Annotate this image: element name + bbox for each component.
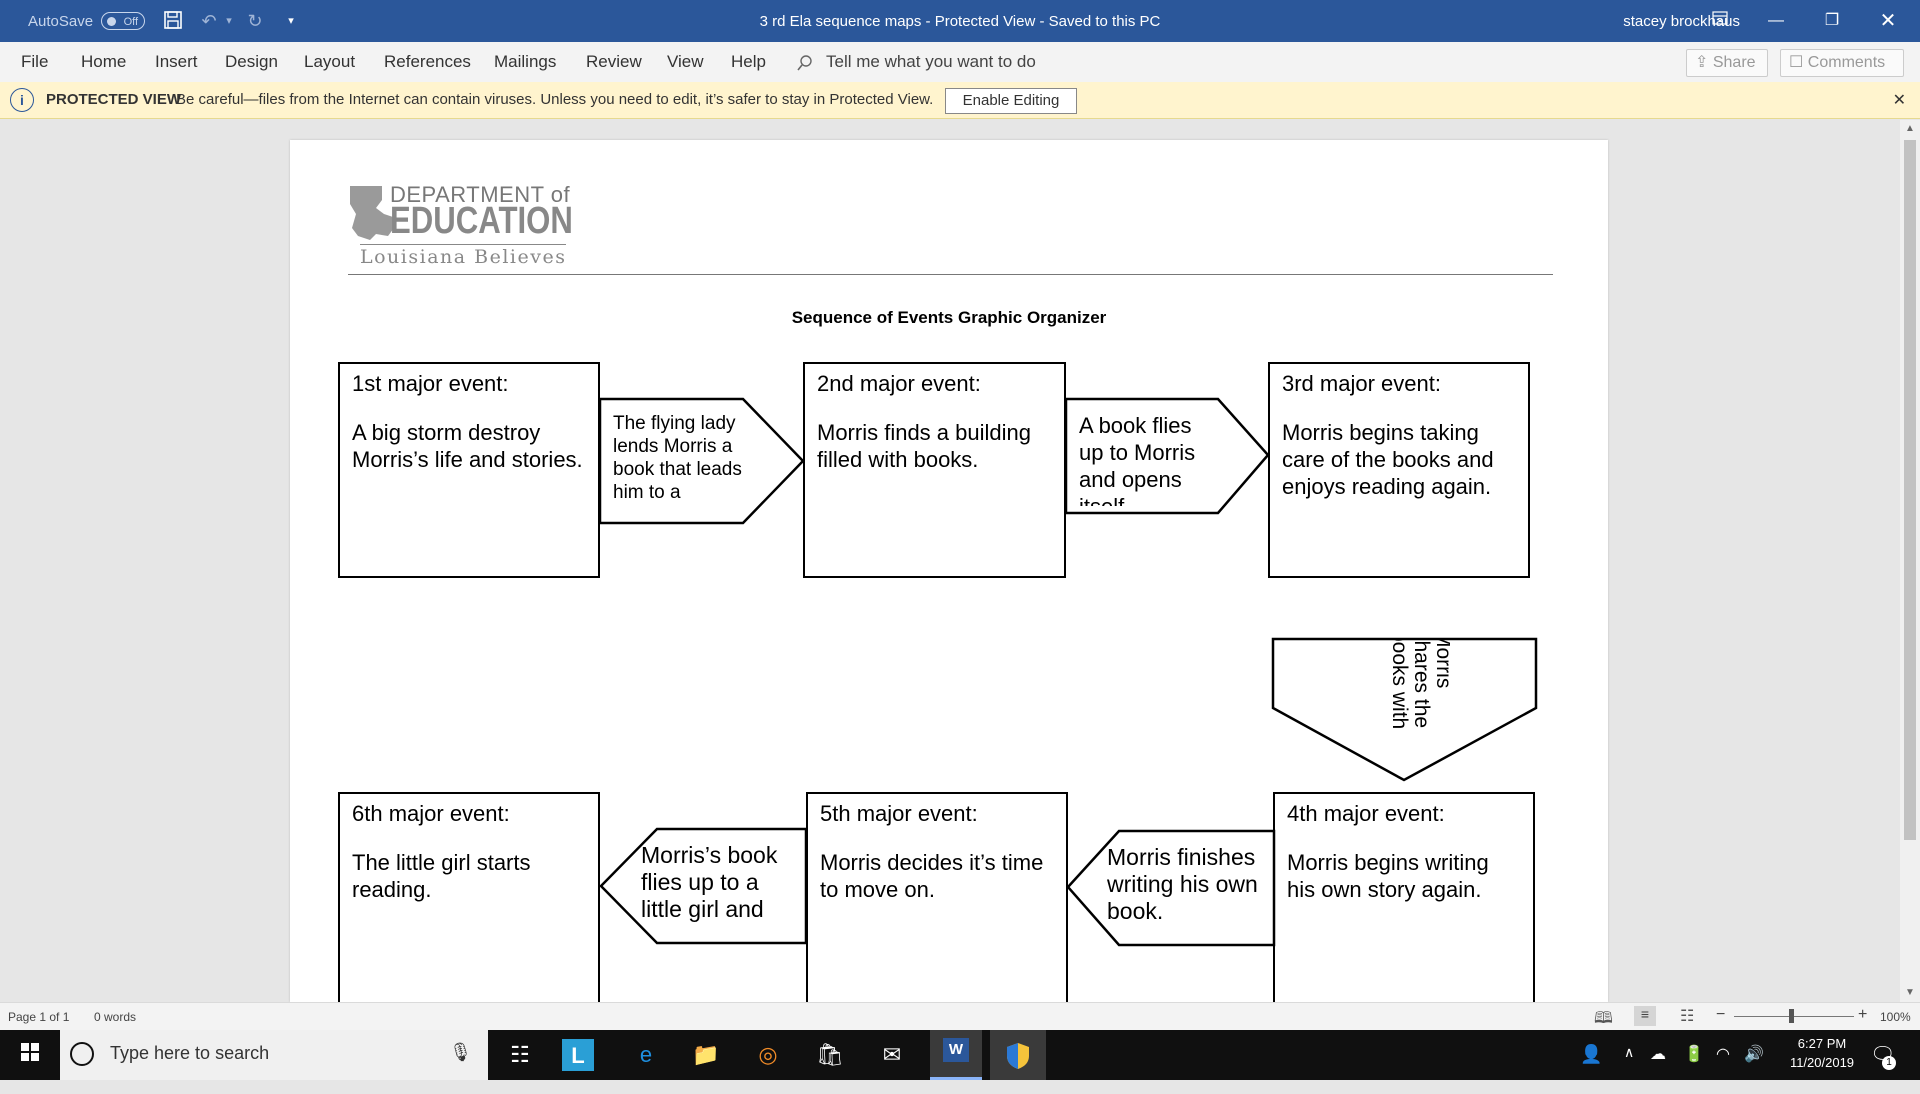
microphone-icon[interactable]: 🎙 bbox=[449, 1042, 472, 1063]
scroll-down-icon[interactable]: ▼ bbox=[1900, 984, 1920, 1002]
page-count[interactable]: Page 1 of 1 bbox=[8, 1010, 69, 1024]
event-text: A big storm destroy Morris’s life and st… bbox=[352, 420, 583, 472]
event-label: 5th major event: bbox=[820, 801, 978, 826]
show-hidden-icons[interactable]: ∧ bbox=[1624, 1044, 1634, 1094]
taskbar-search-box[interactable]: Type here to search 🎙 bbox=[60, 1030, 488, 1080]
document-page[interactable]: DEPARTMENT of EDUCATION Louisiana Believ… bbox=[290, 140, 1608, 1002]
status-bar: Page 1 of 1 0 words 🕮 ≡ ☷ − + 100% bbox=[0, 1002, 1920, 1031]
zoom-level[interactable]: 100% bbox=[1880, 1010, 1911, 1024]
tab-file[interactable]: File bbox=[21, 42, 48, 82]
security-shield-icon[interactable] bbox=[990, 1030, 1046, 1080]
title-bar: AutoSave Off ↶ ▾ ↻ ▾ 3 rd Ela sequence m… bbox=[0, 0, 1920, 42]
minimize-icon[interactable]: — bbox=[1748, 0, 1804, 42]
store-icon[interactable]: 🛍 bbox=[810, 1038, 850, 1072]
protected-view-message: Be careful—files from the Internet can c… bbox=[176, 91, 934, 108]
cortana-icon bbox=[70, 1042, 94, 1066]
transition-text-3: Morris shares the books with the townspe… bbox=[1390, 640, 1450, 730]
notification-badge: 1 bbox=[1882, 1056, 1896, 1070]
ribbon-display-icon[interactable] bbox=[1692, 0, 1748, 42]
mail-icon[interactable]: ✉ bbox=[872, 1038, 912, 1072]
event-box-2: 2nd major event: Morris finds a building… bbox=[803, 362, 1066, 578]
comment-icon: ☐ bbox=[1789, 54, 1808, 71]
web-layout-icon[interactable]: ☷ bbox=[1680, 1006, 1694, 1026]
transition-text-4: Morris finishes writing his own book. bbox=[1107, 844, 1258, 924]
event-box-6: 6th major event: The little girl starts … bbox=[338, 792, 600, 1002]
info-shield-icon: i bbox=[10, 88, 34, 112]
edge-icon[interactable]: e bbox=[626, 1038, 666, 1072]
word-taskbar-icon[interactable]: W bbox=[930, 1030, 982, 1080]
scroll-thumb[interactable] bbox=[1904, 140, 1916, 840]
lightbulb-icon bbox=[796, 42, 814, 82]
task-view-icon[interactable]: ☷ bbox=[500, 1038, 540, 1072]
enable-editing-button[interactable]: Enable Editing bbox=[945, 88, 1077, 114]
transition-text-3-container: Morris shares the books with the townspe… bbox=[1390, 640, 1450, 740]
clock[interactable]: 6:27 PM 11/20/2019 bbox=[1782, 1036, 1862, 1086]
ribbon-tabs: File Home Insert Design Layout Reference… bbox=[0, 42, 1920, 83]
zoom-slider[interactable] bbox=[1734, 1016, 1854, 1017]
protected-view-title: PROTECTED VIEW bbox=[46, 91, 182, 108]
tab-view[interactable]: View bbox=[667, 42, 704, 82]
share-icon: ⇪ bbox=[1695, 54, 1713, 71]
onedrive-icon[interactable]: ☁ bbox=[1650, 1044, 1666, 1094]
tab-insert[interactable]: Insert bbox=[155, 42, 198, 82]
organizer-heading: Sequence of Events Graphic Organizer bbox=[791, 308, 1107, 327]
word-count[interactable]: 0 words bbox=[94, 1010, 136, 1024]
windows-start-icon[interactable] bbox=[10, 1038, 50, 1072]
tab-design[interactable]: Design bbox=[225, 42, 278, 82]
tab-mailings[interactable]: Mailings bbox=[494, 42, 556, 82]
zoom-slider-thumb[interactable] bbox=[1789, 1009, 1794, 1023]
close-icon[interactable]: ✕ bbox=[1860, 0, 1916, 42]
zoom-in-icon[interactable]: + bbox=[1858, 1006, 1867, 1024]
tab-help[interactable]: Help bbox=[731, 42, 766, 82]
protected-view-bar: i PROTECTED VIEW Be careful—files from t… bbox=[0, 82, 1920, 119]
zoom-out-icon[interactable]: − bbox=[1716, 1006, 1725, 1024]
print-layout-icon[interactable]: ≡ bbox=[1634, 1006, 1656, 1026]
event-text: Morris begins writing his own story agai… bbox=[1287, 850, 1489, 902]
event-text: Morris begins taking care of the books a… bbox=[1282, 420, 1494, 499]
event-text: The little girl starts reading. bbox=[352, 850, 531, 902]
app-orange-icon[interactable]: ◎ bbox=[748, 1038, 788, 1072]
event-label: 6th major event: bbox=[352, 801, 510, 826]
event-text: Morris finds a building filled with book… bbox=[817, 420, 1031, 472]
transition-text-2: A book flies up to Morris and opens itse… bbox=[1079, 413, 1196, 506]
share-button[interactable]: ⇪ Share bbox=[1686, 49, 1768, 77]
event-label: 3rd major event: bbox=[1282, 371, 1441, 396]
clock-date: 11/20/2019 bbox=[1789, 1055, 1855, 1070]
vertical-scrollbar[interactable]: ▲ ▼ bbox=[1900, 120, 1920, 1002]
header-rule bbox=[348, 274, 1553, 275]
transition-text-1: The flying lady lends Morris a book that… bbox=[613, 413, 742, 503]
tab-home[interactable]: Home bbox=[81, 42, 126, 82]
logo-line2: EDUCATION bbox=[390, 200, 573, 242]
tab-references[interactable]: References bbox=[384, 42, 471, 82]
tab-layout[interactable]: Layout bbox=[304, 42, 355, 82]
event-box-4: 4th major event: Morris begins writing h… bbox=[1273, 792, 1535, 1002]
file-explorer-icon[interactable]: 📁 bbox=[686, 1038, 726, 1072]
app-l-icon[interactable]: L bbox=[562, 1039, 594, 1071]
comments-button[interactable]: ☐ Comments bbox=[1780, 49, 1904, 77]
event-box-1: 1st major event: A big storm destroy Mor… bbox=[338, 362, 600, 578]
logo-line3: Louisiana Believes bbox=[360, 244, 567, 268]
event-box-3: 3rd major event: Morris begins taking ca… bbox=[1268, 362, 1530, 578]
event-text: Morris decides it’s time to move on. bbox=[820, 850, 1044, 902]
tab-review[interactable]: Review bbox=[586, 42, 642, 82]
clock-time: 6:27 PM bbox=[1797, 1036, 1847, 1051]
event-label: 4th major event: bbox=[1287, 801, 1445, 826]
close-icon[interactable]: ✕ bbox=[1893, 90, 1906, 110]
battery-icon[interactable]: 🔋 bbox=[1684, 1044, 1704, 1094]
scroll-up-icon[interactable]: ▲ bbox=[1900, 120, 1920, 138]
restore-icon[interactable]: ❐ bbox=[1804, 0, 1860, 42]
event-label: 2nd major event: bbox=[817, 371, 981, 396]
action-center-icon[interactable]: 🗨 1 bbox=[1870, 1042, 1896, 1070]
taskbar-search-input[interactable]: Type here to search bbox=[110, 1043, 269, 1064]
event-label: 1st major event: bbox=[352, 371, 509, 396]
event-box-5: 5th major event: Morris decides it’s tim… bbox=[806, 792, 1068, 1002]
people-icon[interactable]: 👤 bbox=[1580, 1044, 1602, 1094]
volume-icon[interactable]: 🔊 bbox=[1744, 1044, 1764, 1094]
windows-taskbar: Type here to search 🎙 ☷ L e 📁 ◎ 🛍 ✉ W 👤 … bbox=[0, 1030, 1920, 1080]
transition-text-5: Morris’s book flies up to a little girl … bbox=[641, 842, 778, 922]
doe-logo: DEPARTMENT of EDUCATION Louisiana Believ… bbox=[348, 182, 588, 272]
tell-me-search[interactable]: Tell me what you want to do bbox=[826, 42, 1036, 82]
wifi-icon[interactable]: ◠ bbox=[1716, 1044, 1730, 1094]
